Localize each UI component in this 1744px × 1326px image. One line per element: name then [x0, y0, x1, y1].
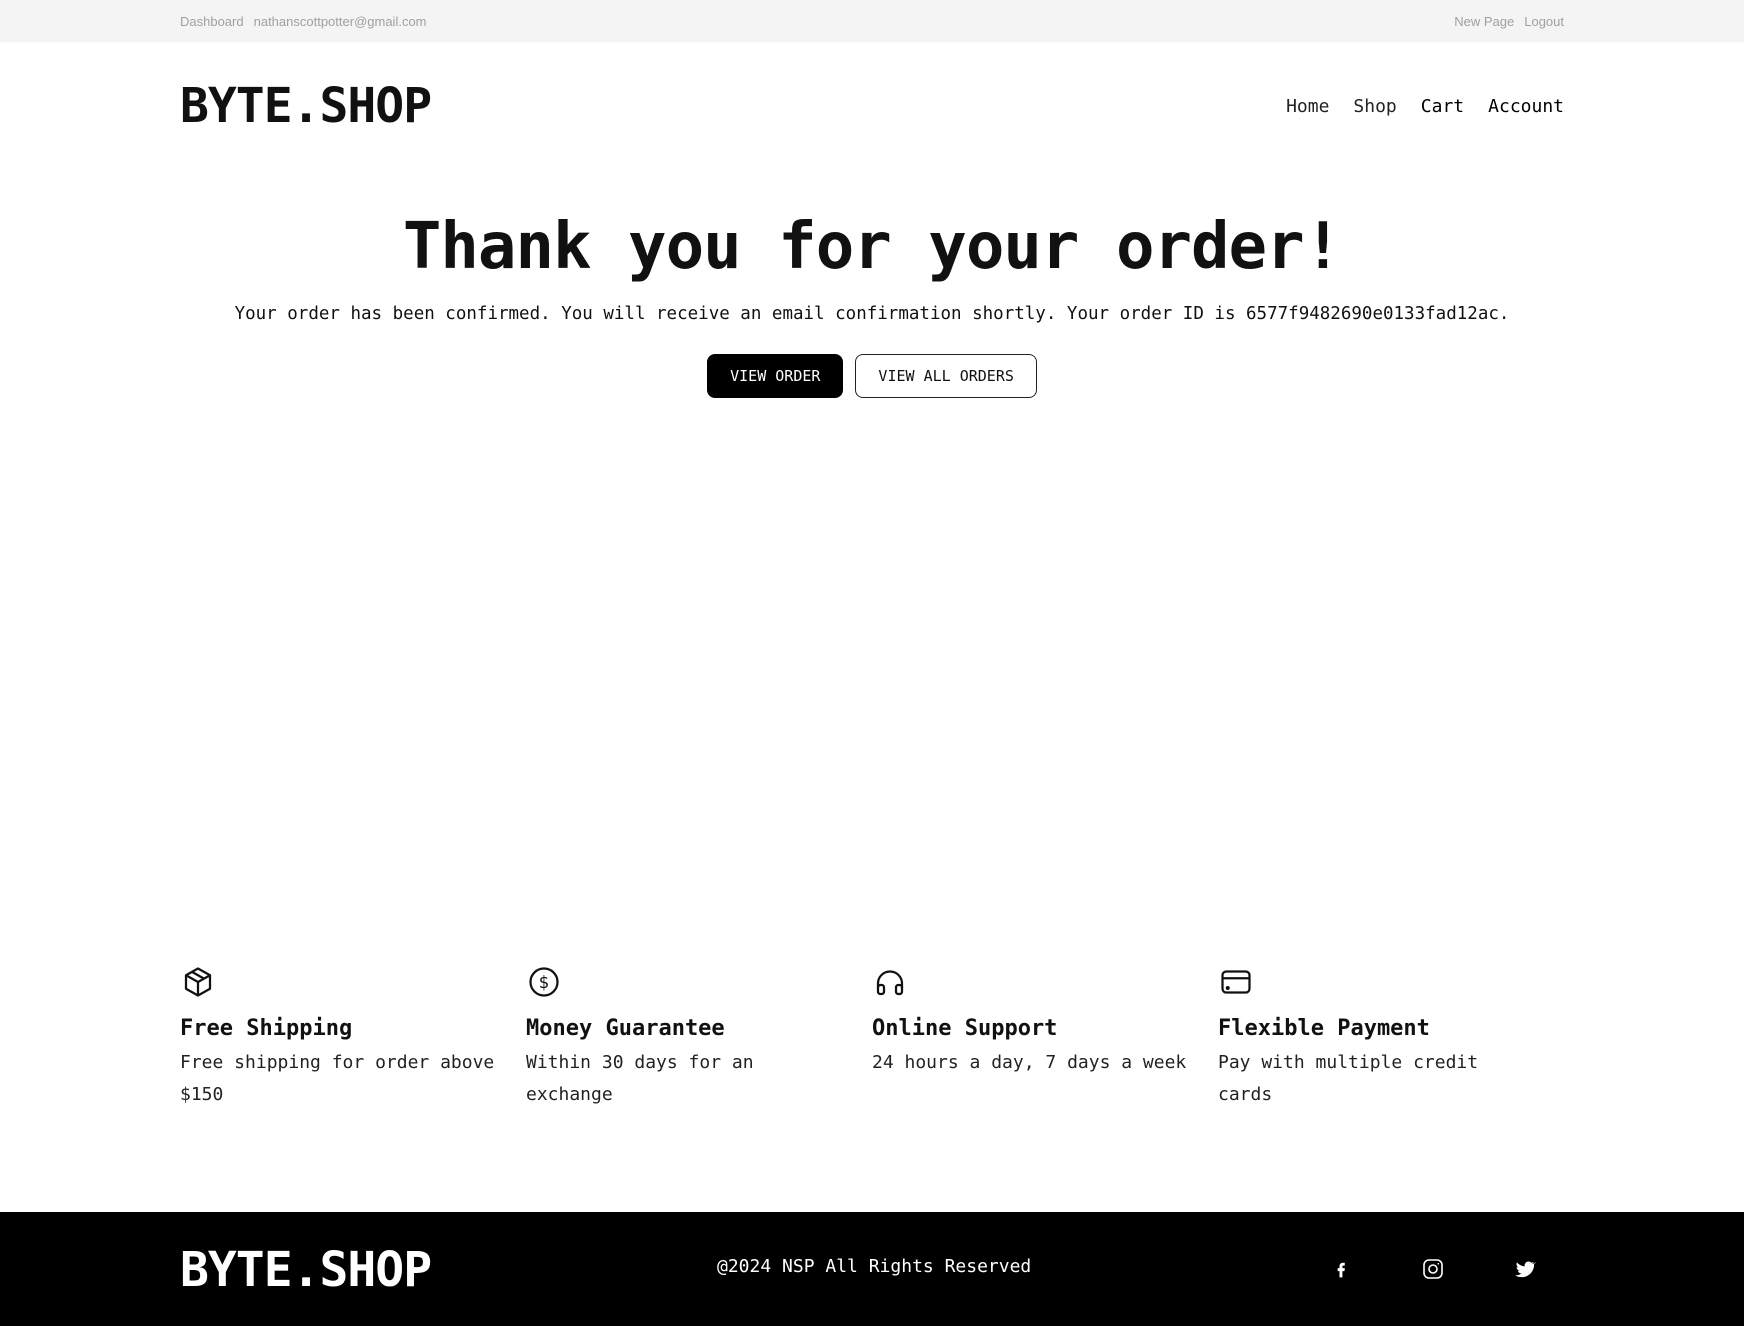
feature-text: Within 30 days for an exchange [526, 1052, 754, 1105]
package-icon [184, 967, 212, 997]
twitter-icon[interactable] [1504, 1248, 1546, 1290]
feature-title: Money Guarantee [526, 1016, 725, 1041]
facebook-icon[interactable] [1320, 1248, 1362, 1290]
action-buttons: VIEW ORDER VIEW ALL ORDERS [0, 354, 1744, 398]
features-section: Free Shipping Free shipping for order ab… [180, 964, 1564, 1111]
feature-title: Flexible Payment [1218, 1016, 1430, 1041]
feature-free-shipping: Free Shipping Free shipping for order ab… [180, 964, 526, 1111]
new-page-link[interactable]: New Page [1454, 14, 1514, 29]
feature-title: Online Support [872, 1016, 1058, 1041]
feature-text: Free shipping for order above $150 [180, 1052, 495, 1105]
nav-home[interactable]: Home [1286, 96, 1329, 117]
page-title: Thank you for your order! [402, 210, 1342, 284]
top-utility-bar: Dashboard nathanscottpotter@gmail.com Ne… [0, 0, 1744, 42]
dollar-circle-icon: $ [529, 967, 559, 997]
feature-text: Pay with multiple credit cards [1218, 1052, 1479, 1105]
instagram-icon[interactable] [1412, 1248, 1454, 1290]
copyright-text: @2024 NSP All Rights Reserved [717, 1256, 1032, 1277]
feature-flexible-payment: Flexible Payment Pay with multiple credi… [1218, 964, 1564, 1111]
footer-logo[interactable]: BYTE.SHOP [180, 1242, 432, 1298]
feature-text: 24 hours a day, 7 days a week [872, 1052, 1187, 1073]
credit-card-icon [1221, 970, 1251, 994]
view-all-orders-button[interactable]: VIEW ALL ORDERS [855, 354, 1037, 398]
confirmation-message: Your order has been confirmed. You will … [234, 304, 1510, 324]
view-order-button[interactable]: VIEW ORDER [707, 354, 844, 398]
feature-online-support: Online Support 24 hours a day, 7 days a … [872, 964, 1218, 1111]
nav-account[interactable]: Account [1488, 96, 1564, 117]
site-header: BYTE.SHOP Home Shop Cart Account [180, 42, 1564, 170]
nav-cart[interactable]: Cart [1421, 96, 1464, 117]
main-nav: Home Shop Cart Account [1286, 96, 1564, 117]
feature-money-guarantee: $ Money Guarantee Within 30 days for an … [526, 964, 872, 1111]
headphones-icon [876, 970, 904, 996]
dashboard-link[interactable]: Dashboard [180, 14, 244, 29]
user-email-link[interactable]: nathanscottpotter@gmail.com [254, 14, 427, 29]
nav-shop[interactable]: Shop [1353, 96, 1396, 117]
order-confirmation: Thank you for your order! Your order has… [0, 210, 1744, 398]
site-footer: BYTE.SHOP @2024 NSP All Rights Reserved [0, 1212, 1744, 1326]
logout-link[interactable]: Logout [1524, 14, 1564, 29]
site-logo[interactable]: BYTE.SHOP [180, 78, 432, 134]
svg-text:$: $ [539, 973, 550, 992]
feature-title: Free Shipping [180, 1016, 353, 1041]
social-links [1320, 1248, 1546, 1290]
